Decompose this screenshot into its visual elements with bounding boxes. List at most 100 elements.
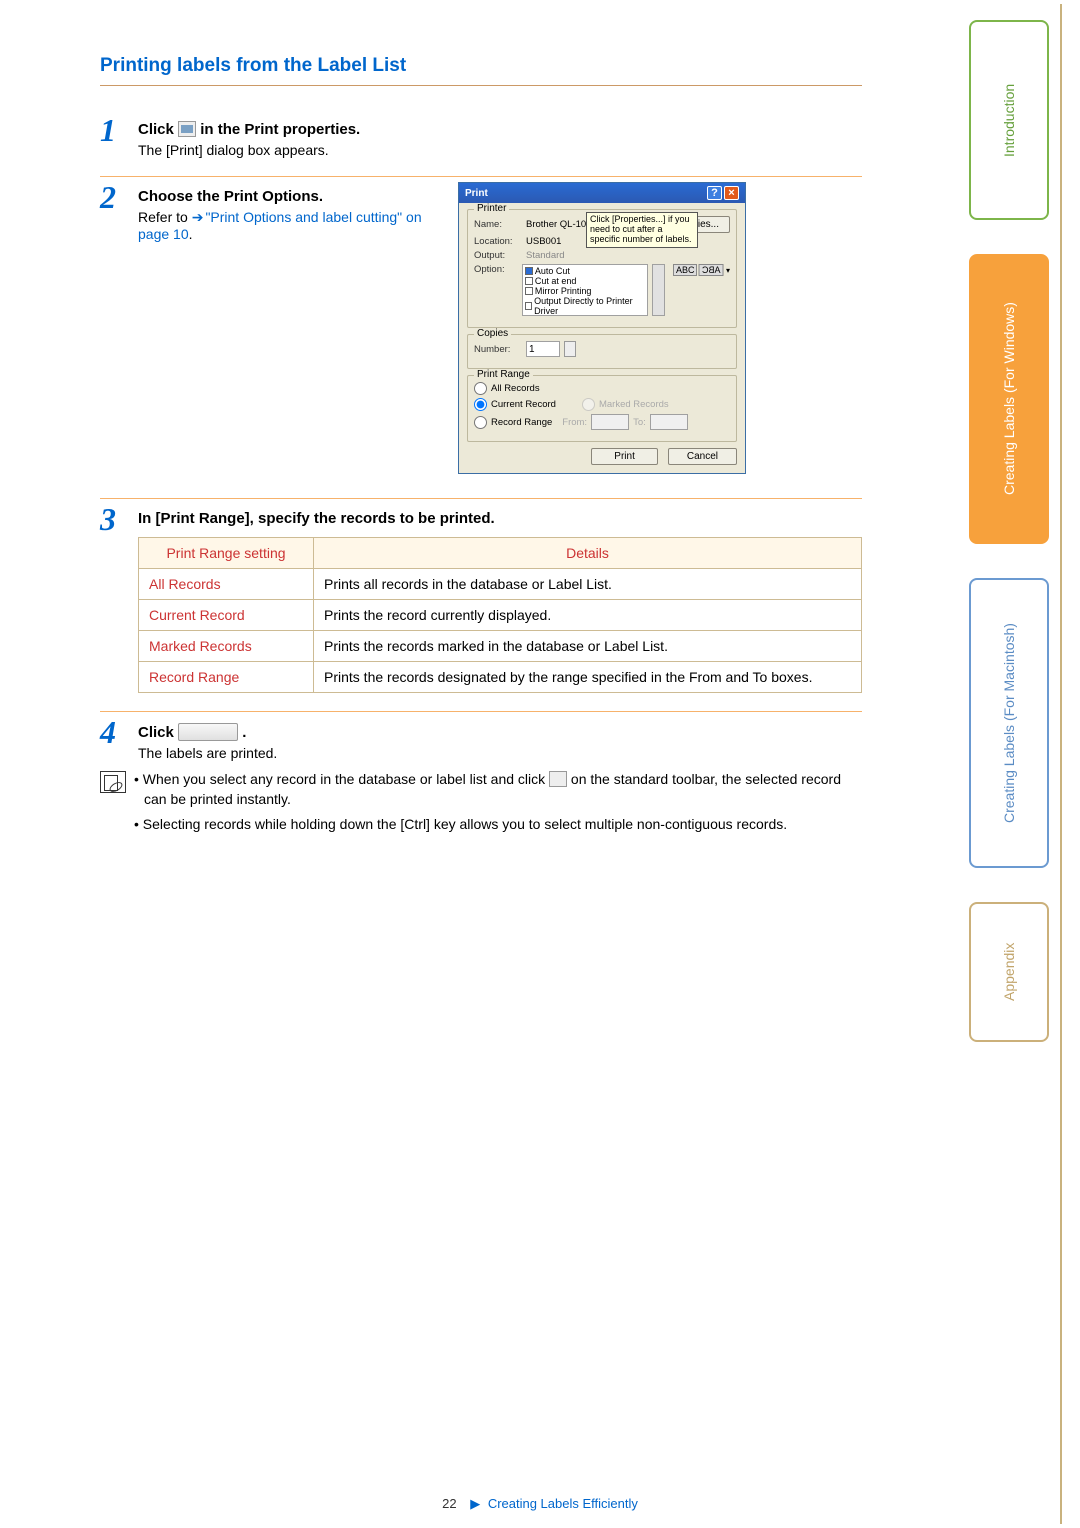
tab-macintosh[interactable]: Creating Labels (For Macintosh) (969, 578, 1049, 868)
dialog-titlebar: Print ? × (459, 183, 745, 203)
opt-text: Auto Cut (535, 266, 570, 276)
spinner[interactable] (564, 341, 576, 357)
radio-label: Marked Records (599, 399, 669, 410)
location-label: Location: (474, 236, 522, 247)
abc-mirror-icon[interactable]: ABC (699, 264, 724, 276)
cancel-button[interactable]: Cancel (668, 448, 737, 465)
dialog-title: Print (465, 188, 488, 199)
name-label: Name: (474, 219, 522, 230)
radio-label: Current Record (491, 399, 556, 410)
note-block: When you select any record in the databa… (100, 769, 862, 838)
step-2-headline: Choose the Print Options. (138, 188, 438, 205)
checkbox-icon[interactable] (525, 277, 533, 285)
step-4-sub: The labels are printed. (138, 745, 862, 761)
chevron-down-icon[interactable]: ▾ (726, 266, 730, 275)
table-row: Current Record Prints the record current… (139, 600, 862, 631)
step-2-refer: Refer to "Print Options and label cuttin… (138, 209, 438, 242)
print-range-group: Print Range All Records Current Record M… (467, 375, 737, 442)
note-icon (100, 771, 126, 793)
table-row: Marked Records Prints the records marked… (139, 631, 862, 662)
quick-print-icon[interactable] (549, 771, 567, 787)
step-1-sub: The [Print] dialog box appears. (138, 142, 862, 158)
step-4-headline: Click . (138, 723, 862, 741)
tab-windows[interactable]: Creating Labels (For Windows) (969, 254, 1049, 544)
help-icon[interactable]: ? (707, 186, 722, 200)
opt-text: Mirror Printing (535, 286, 592, 296)
scrollbar[interactable] (652, 264, 665, 316)
step-2: 2 Choose the Print Options. Refer to "Pr… (100, 181, 862, 499)
opt-text: Cut at end (535, 276, 577, 286)
step-1-headline: Click in the Print properties. (138, 121, 862, 138)
option-list[interactable]: Auto Cut Cut at end Mirror Printing Outp… (522, 264, 648, 316)
checkbox-icon[interactable] (525, 302, 532, 310)
location-value: USB001 (526, 236, 561, 247)
print-button-icon[interactable] (178, 723, 238, 741)
abc-normal-icon[interactable]: ABC (673, 264, 698, 276)
note-item: Selecting records while holding down the… (134, 814, 862, 834)
table-row: All Records Prints all records in the da… (139, 569, 862, 600)
to-label: To: (633, 417, 646, 428)
col-header: Details (314, 538, 862, 569)
text: When you select any record in the databa… (143, 771, 549, 787)
text: . (189, 226, 193, 242)
output-label: Output: (474, 250, 522, 261)
record-range-radio[interactable] (474, 416, 487, 429)
step-3-headline: In [Print Range], specify the records to… (138, 510, 862, 527)
marked-records-radio[interactable] (582, 398, 595, 411)
step-num-3: 3 (100, 503, 130, 535)
text: Click (138, 121, 178, 138)
section-title: Printing labels from the Label List (100, 55, 862, 86)
print-dialog: Print ? × Printer Name: (458, 182, 746, 474)
cell: All Records (139, 569, 314, 600)
checkbox-icon[interactable] (525, 267, 533, 275)
current-record-radio[interactable] (474, 398, 487, 411)
tab-appendix[interactable]: Appendix (969, 902, 1049, 1042)
to-input[interactable] (650, 414, 688, 430)
print-properties-icon[interactable] (178, 121, 196, 137)
breadcrumb-arrow-icon: ▶ (470, 1496, 480, 1511)
step-4: 4 Click . The labels are printed. When y… (100, 716, 862, 854)
option-label: Option: (474, 264, 518, 275)
step-num-4: 4 (100, 716, 130, 748)
table-row: Record Range Prints the records designat… (139, 662, 862, 693)
text: Click (138, 724, 178, 741)
page: { "section_title": "Printing labels from… (0, 0, 1080, 1528)
main-content: Printing labels from the Label List 1 Cl… (100, 55, 862, 858)
group-label: Printer (474, 203, 509, 214)
text: in the Print properties. (200, 121, 360, 138)
print-range-table: Print Range setting Details All Records … (138, 537, 862, 693)
step-3: 3 In [Print Range], specify the records … (100, 503, 862, 712)
page-number: 22 (442, 1496, 456, 1511)
cell: Prints the records marked in the databas… (314, 631, 862, 662)
group-label: Print Range (474, 369, 533, 380)
step-num-1: 1 (100, 114, 130, 146)
print-button[interactable]: Print (591, 448, 658, 465)
cell: Prints all records in the database or La… (314, 569, 862, 600)
page-right-rule (1060, 4, 1062, 1524)
all-records-radio[interactable] (474, 382, 487, 395)
from-label: From: (562, 417, 587, 428)
side-tabs: Introduction Creating Labels (For Window… (969, 20, 1049, 1042)
close-icon[interactable]: × (724, 186, 739, 200)
cell: Prints the record currently displayed. (314, 600, 862, 631)
table-header-row: Print Range setting Details (139, 538, 862, 569)
tab-introduction[interactable]: Introduction (969, 20, 1049, 220)
step-num-2: 2 (100, 181, 130, 213)
cell: Record Range (139, 662, 314, 693)
footer-link[interactable]: Creating Labels Efficiently (488, 1496, 638, 1511)
text: . (242, 724, 246, 741)
opt-text: Output Directly to Printer Driver (534, 296, 645, 316)
from-input[interactable] (591, 414, 629, 430)
copies-input[interactable] (526, 341, 560, 357)
group-label: Copies (474, 328, 511, 339)
col-header: Print Range setting (139, 538, 314, 569)
copies-group: Copies Number: (467, 334, 737, 369)
checkbox-icon[interactable] (525, 287, 533, 295)
cell: Prints the records designated by the ran… (314, 662, 862, 693)
properties-tooltip: Click [Properties...] if you need to cut… (586, 212, 698, 248)
step-1: 1 Click in the Print properties. The [Pr… (100, 114, 862, 177)
radio-label: All Records (491, 383, 540, 394)
number-label: Number: (474, 344, 522, 355)
text: Refer to (138, 209, 192, 225)
printer-group: Printer Name: Brother QL-1050 Properties… (467, 209, 737, 328)
